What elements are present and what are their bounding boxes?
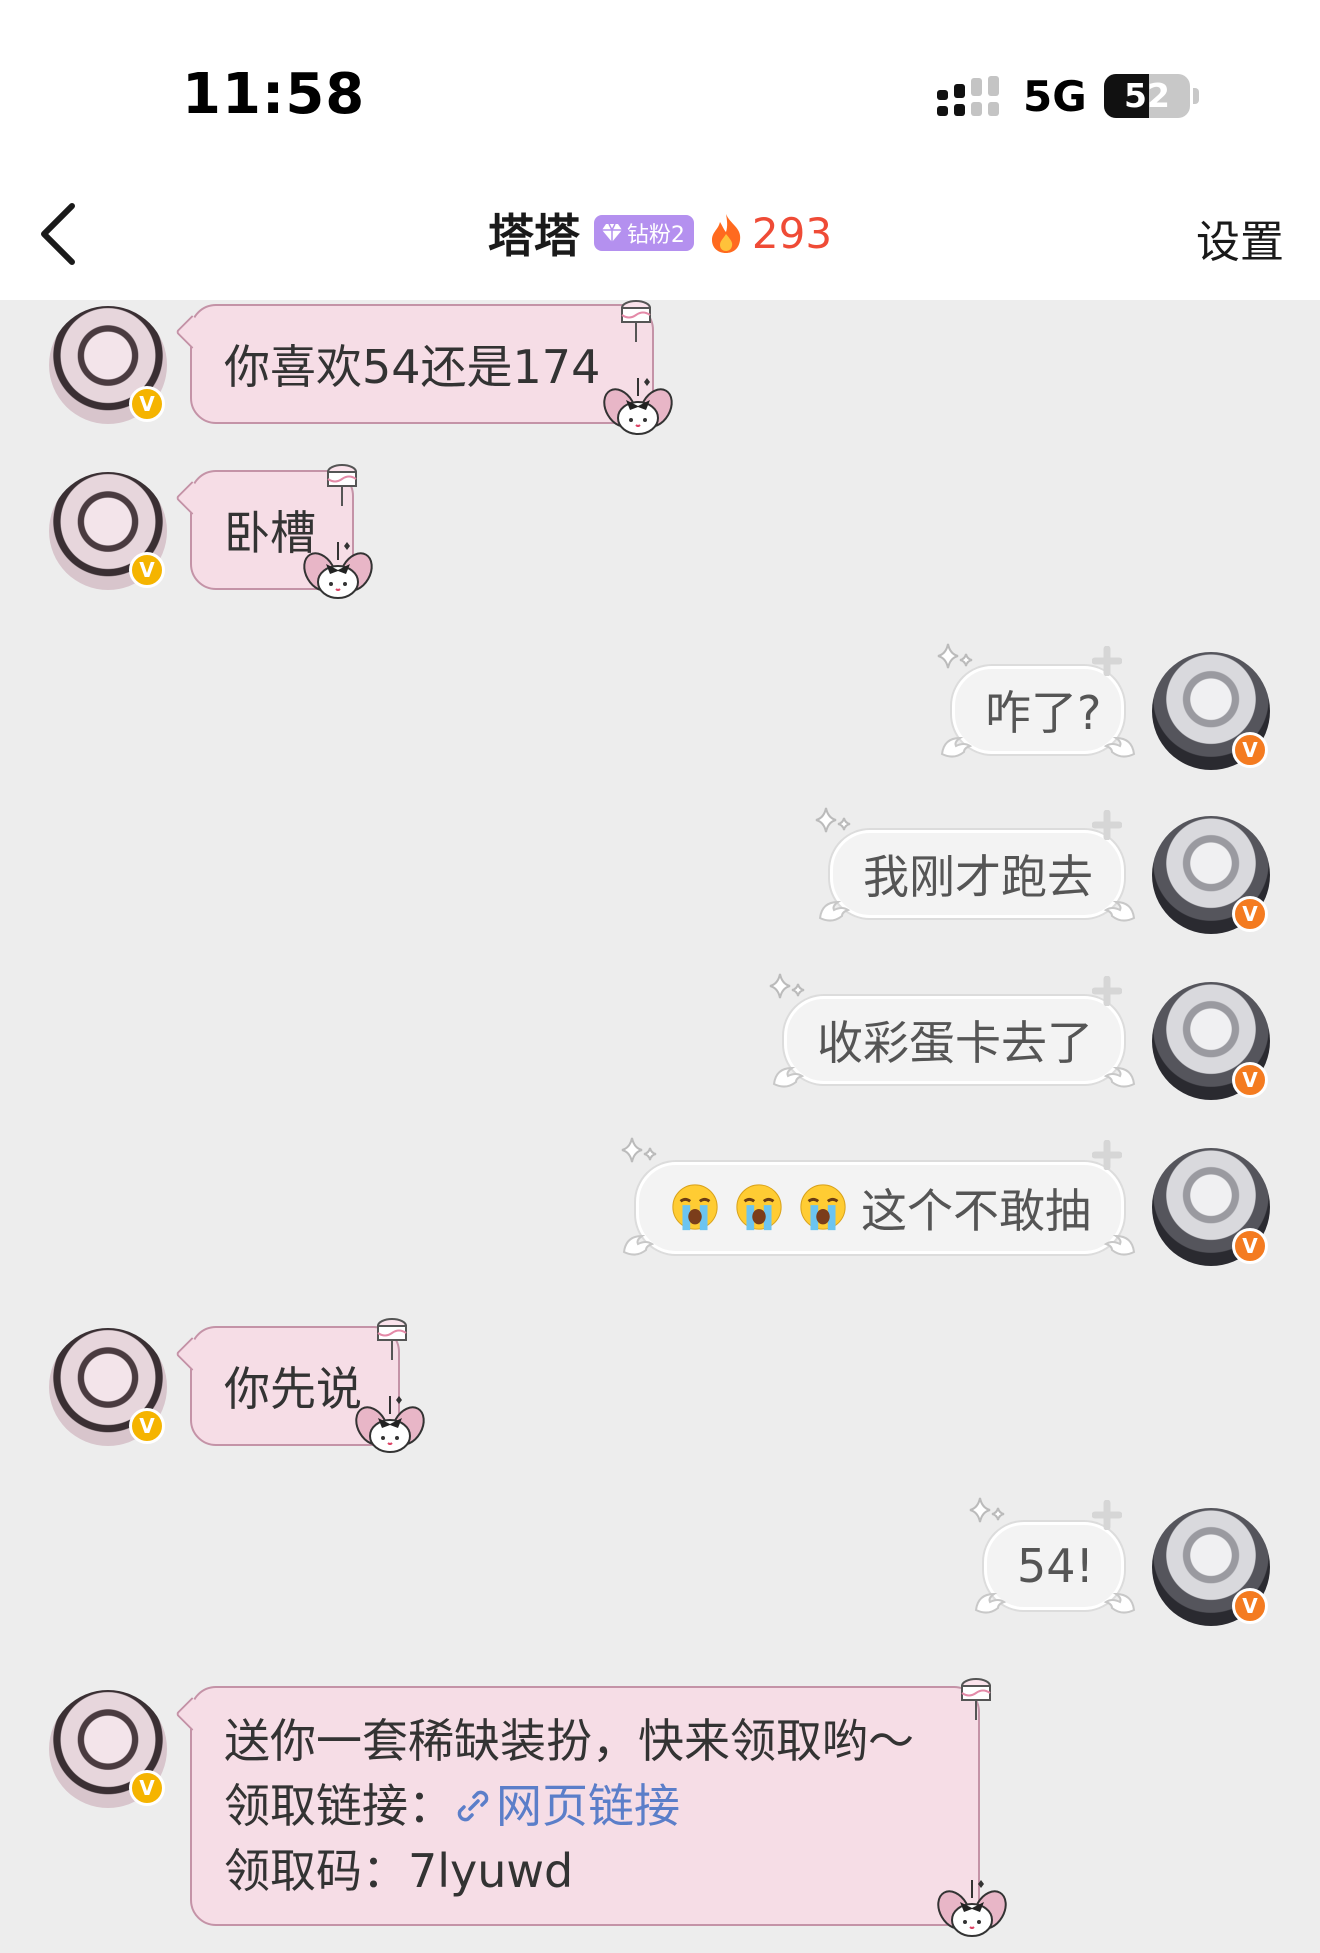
plus-decoration-icon <box>1092 976 1122 1006</box>
verified-badge-icon: V <box>129 386 165 422</box>
battery-icon: 52 <box>1104 74 1190 118</box>
sparkle-decoration-icon <box>814 804 858 844</box>
wing-decoration-icon <box>1100 1064 1138 1092</box>
top-bar: 11:58 5G 52 塔塔 钻粉2 293 设置 <box>0 0 1320 300</box>
sparkle-decoration-icon <box>968 1494 1012 1534</box>
message-text: 54! <box>1017 1539 1094 1593</box>
cake-decoration-icon <box>322 462 362 506</box>
verified-badge-icon: V <box>1232 896 1268 932</box>
fan-level-badge[interactable]: 钻粉2 <box>593 215 694 251</box>
link-icon <box>457 1790 489 1822</box>
bubble-tail <box>175 481 209 515</box>
bubble-tail <box>175 315 209 349</box>
bubble-tail <box>175 1697 209 1731</box>
verified-badge-icon: V <box>1232 1588 1268 1624</box>
cake-decoration-icon <box>616 298 656 342</box>
melody-decoration-icon <box>300 542 376 600</box>
message-bubble-outgoing[interactable]: 这个不敢抽 <box>636 1162 1124 1254</box>
sparkle-decoration-icon <box>936 640 980 680</box>
bubble-tail <box>175 1337 209 1371</box>
web-link[interactable]: 网页链接 <box>454 1774 680 1839</box>
melody-decoration-icon <box>600 378 676 436</box>
wing-decoration-icon <box>1100 1590 1138 1618</box>
chat-title[interactable]: 塔塔 <box>488 200 580 266</box>
verified-badge-icon: V <box>129 552 165 588</box>
chat-header: 塔塔 钻粉2 293 <box>0 198 1320 268</box>
plus-decoration-icon <box>1092 1500 1122 1530</box>
message-bubble-outgoing[interactable]: 收彩蛋卡去了 <box>784 996 1124 1084</box>
wing-decoration-icon <box>816 898 854 926</box>
message-text: 收彩蛋卡去了 <box>817 1016 1093 1070</box>
sparkle-decoration-icon <box>768 970 812 1010</box>
wing-decoration-icon <box>938 734 976 762</box>
verified-badge-icon: V <box>1232 1228 1268 1264</box>
verified-badge-icon: V <box>129 1408 165 1444</box>
diamond-icon <box>601 223 622 242</box>
gift-message-line: 送你一套稀缺装扮，快来领取哟～ <box>224 1713 914 1768</box>
status-time: 11:58 <box>182 62 366 127</box>
melody-decoration-icon <box>352 1396 428 1454</box>
wing-decoration-icon <box>1100 1232 1138 1260</box>
message-text: 我刚才跑去 <box>863 850 1093 904</box>
message-bubble-incoming[interactable]: 你喜欢54还是174 <box>175 304 654 424</box>
flame-icon <box>711 214 741 253</box>
wing-decoration-icon <box>770 1064 808 1092</box>
sparkle-decoration-icon <box>620 1134 664 1174</box>
claim-link-label: 领取链接： <box>224 1778 454 1833</box>
settings-button[interactable]: 设置 <box>1196 206 1284 270</box>
crying-face-emoji-icon <box>797 1181 849 1235</box>
message-text: 你喜欢54还是174 <box>224 340 601 394</box>
fan-badge-label: 钻粉2 <box>626 223 685 248</box>
intimacy-value: 293 <box>751 208 833 258</box>
verified-badge-icon: V <box>129 1770 165 1806</box>
crying-face-emoji-icon <box>669 1181 721 1235</box>
wing-decoration-icon <box>1100 734 1138 762</box>
message-bubble-incoming[interactable]: 送你一套稀缺装扮，快来领取哟～ 领取链接： 网页链接 领取码：7lyuwd <box>175 1686 980 1926</box>
signal-strength-icon <box>937 76 999 116</box>
message-text: 你先说 <box>224 1362 362 1416</box>
message-bubble-outgoing[interactable]: 我刚才跑去 <box>830 830 1124 918</box>
claim-link-row: 领取链接： 网页链接 <box>224 1774 680 1839</box>
melody-decoration-icon <box>934 1880 1010 1938</box>
plus-decoration-icon <box>1092 810 1122 840</box>
wing-decoration-icon <box>620 1232 658 1260</box>
battery-level: 52 <box>1124 76 1170 115</box>
wing-decoration-icon <box>1100 898 1138 926</box>
verified-badge-icon: V <box>1232 732 1268 768</box>
verified-badge-icon: V <box>1232 1062 1268 1098</box>
message-text: 这个不敢抽 <box>861 1184 1091 1238</box>
crying-face-emoji-icon <box>733 1181 785 1235</box>
cake-decoration-icon <box>372 1316 412 1360</box>
battery-cap <box>1193 88 1199 104</box>
web-link-text: 网页链接 <box>496 1778 680 1833</box>
plus-decoration-icon <box>1092 646 1122 676</box>
plus-decoration-icon <box>1092 1140 1122 1170</box>
network-type: 5G <box>1023 72 1087 121</box>
wing-decoration-icon <box>972 1590 1010 1618</box>
claim-code-line: 领取码：7lyuwd <box>224 1843 574 1898</box>
message-text: 咋了? <box>985 686 1102 740</box>
cake-decoration-icon <box>956 1676 996 1720</box>
